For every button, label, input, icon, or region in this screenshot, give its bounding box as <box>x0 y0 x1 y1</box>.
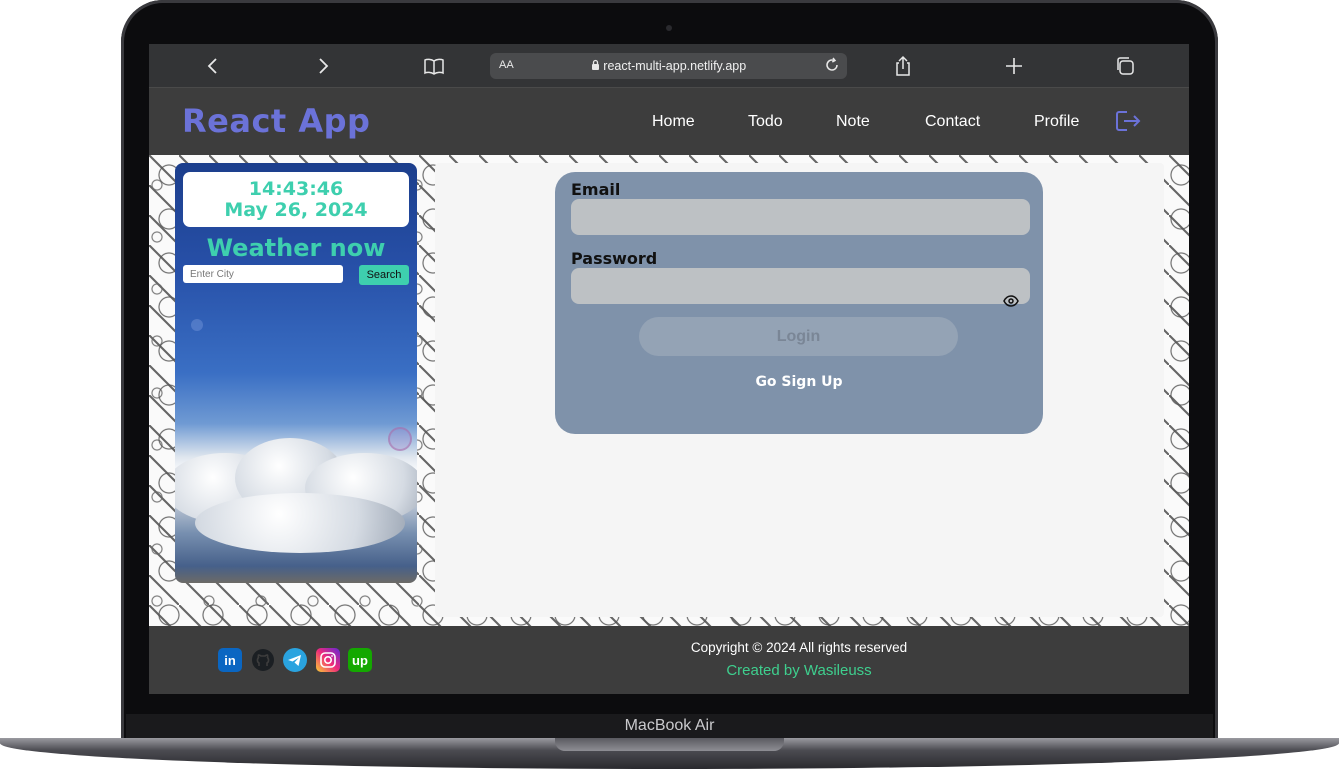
brand-logo[interactable]: React App <box>182 102 370 140</box>
nav-link-profile[interactable]: Profile <box>1034 113 1079 131</box>
password-label: Password <box>571 249 658 268</box>
laptop-notch <box>555 738 784 751</box>
tabs-icon[interactable] <box>1113 54 1137 78</box>
clock-time: 14:43:46 <box>248 178 344 200</box>
main-content: 14:43:46 May 26, 2024 Weather now Search… <box>149 155 1189 626</box>
browser-toolbar: AA react-multi-app.netlify.app <box>149 44 1189 88</box>
weather-title: Weather now <box>206 234 386 262</box>
address-bar[interactable]: AA react-multi-app.netlify.app <box>490 53 847 79</box>
github-icon[interactable] <box>251 648 275 672</box>
logout-icon[interactable] <box>1115 110 1141 137</box>
reload-icon[interactable] <box>823 56 841 79</box>
nav-link-contact[interactable]: Contact <box>925 113 980 131</box>
city-input[interactable] <box>183 265 343 283</box>
device-label: MacBook Air <box>624 717 715 734</box>
screen: AA react-multi-app.netlify.app React App… <box>149 44 1189 694</box>
back-icon[interactable] <box>201 54 225 78</box>
lock-icon <box>591 59 603 73</box>
nav-link-todo[interactable]: Todo <box>748 113 783 131</box>
clock-card: 14:43:46 May 26, 2024 <box>183 172 409 227</box>
created-by-link[interactable]: Created by Wasileuss <box>639 662 959 679</box>
instagram-icon[interactable] <box>316 648 340 672</box>
cloud-image <box>195 493 405 553</box>
nav-link-note[interactable]: Note <box>836 113 870 131</box>
lens-flare <box>388 427 412 451</box>
app-navbar: React App Home Todo Note Contact Profile <box>149 88 1189 155</box>
telegram-icon[interactable] <box>283 648 307 672</box>
search-button[interactable]: Search <box>359 265 409 285</box>
nav-link-home[interactable]: Home <box>652 113 695 131</box>
email-label: Email <box>571 180 621 199</box>
forward-icon[interactable] <box>311 54 335 78</box>
camera <box>666 25 672 31</box>
email-field[interactable] <box>571 199 1030 235</box>
lens-flare <box>191 319 203 331</box>
share-icon[interactable] <box>891 54 915 78</box>
new-tab-icon[interactable] <box>1002 54 1026 78</box>
login-button[interactable]: Login <box>639 317 958 356</box>
weather-widget: 14:43:46 May 26, 2024 Weather now Search <box>175 163 417 583</box>
upwork-icon[interactable]: up <box>348 648 372 672</box>
copyright-text: Copyright © 2024 All rights reserved <box>690 640 908 655</box>
show-password-icon[interactable] <box>1003 294 1019 312</box>
bookmarks-icon[interactable] <box>422 54 446 78</box>
password-field[interactable] <box>571 268 1030 304</box>
clock-date: May 26, 2024 <box>224 199 368 221</box>
login-card: Email Password Login Go Sign Up <box>555 172 1043 434</box>
linkedin-icon[interactable]: in <box>218 648 242 672</box>
app-footer: in up Copyright © 2024 All rights reserv… <box>149 626 1189 694</box>
url-text: react-multi-app.netlify.app <box>603 59 747 73</box>
go-sign-up-link[interactable]: Go Sign Up <box>555 374 1043 390</box>
